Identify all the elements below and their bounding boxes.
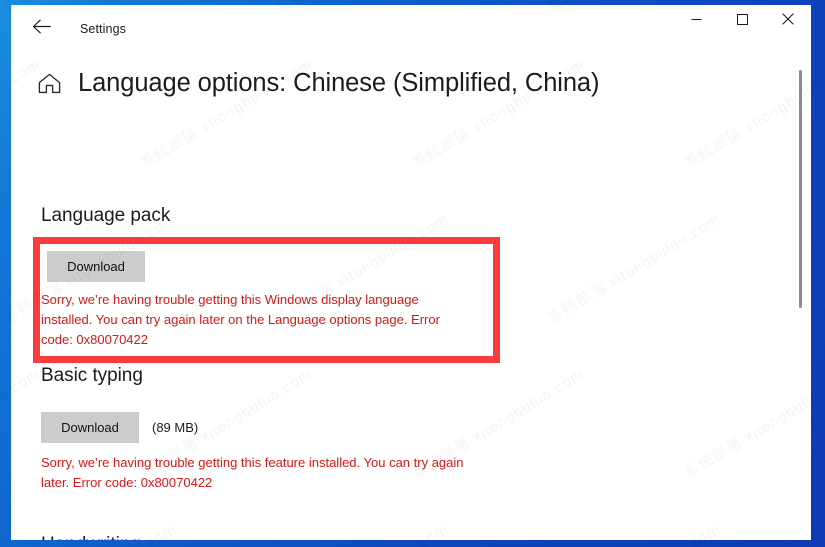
minimize-button[interactable] [673,5,719,37]
section-language-pack: Language pack [11,205,170,227]
minimize-icon [691,12,702,30]
home-icon[interactable] [32,66,66,100]
error-message-language-pack: Sorry, we’re having trouble getting this… [41,292,440,347]
maximize-button[interactable] [719,5,765,37]
title-bar: Settings [11,5,811,52]
section-handwriting: Handwriting [11,534,141,540]
page-header: Language options: Chinese (Simplified, C… [11,52,811,100]
download-row-basic-typing: Download (89 MB) [41,412,198,443]
section-heading-basic-typing: Basic typing [41,365,143,386]
desktop-background: Settings Language options: Chinese (Simp… [0,0,825,547]
error-message-basic-typing: Sorry, we’re having trouble getting this… [41,455,464,490]
close-icon [782,12,794,30]
close-button[interactable] [765,5,811,37]
scrollbar-thumb[interactable] [799,70,802,308]
settings-window: Settings Language options: Chinese (Simp… [11,5,811,540]
section-heading-language-pack: Language pack [41,205,171,226]
download-size-basic-typing: (89 MB) [152,420,199,435]
window-caption-buttons [673,5,811,37]
back-arrow-icon [32,19,51,39]
app-title: Settings [80,21,126,36]
back-button[interactable] [18,9,64,49]
download-button-basic-typing[interactable]: Download [41,412,139,443]
page-title: Language options: Chinese (Simplified, C… [78,68,600,97]
section-basic-typing: Basic typing [11,365,143,387]
settings-content-pane: Language options: Chinese (Simplified, C… [11,52,811,540]
download-button-language-pack[interactable]: Download [47,251,145,282]
maximize-icon [736,12,748,30]
section-heading-handwriting: Handwriting [41,534,141,540]
vertical-scrollbar[interactable] [794,52,808,540]
